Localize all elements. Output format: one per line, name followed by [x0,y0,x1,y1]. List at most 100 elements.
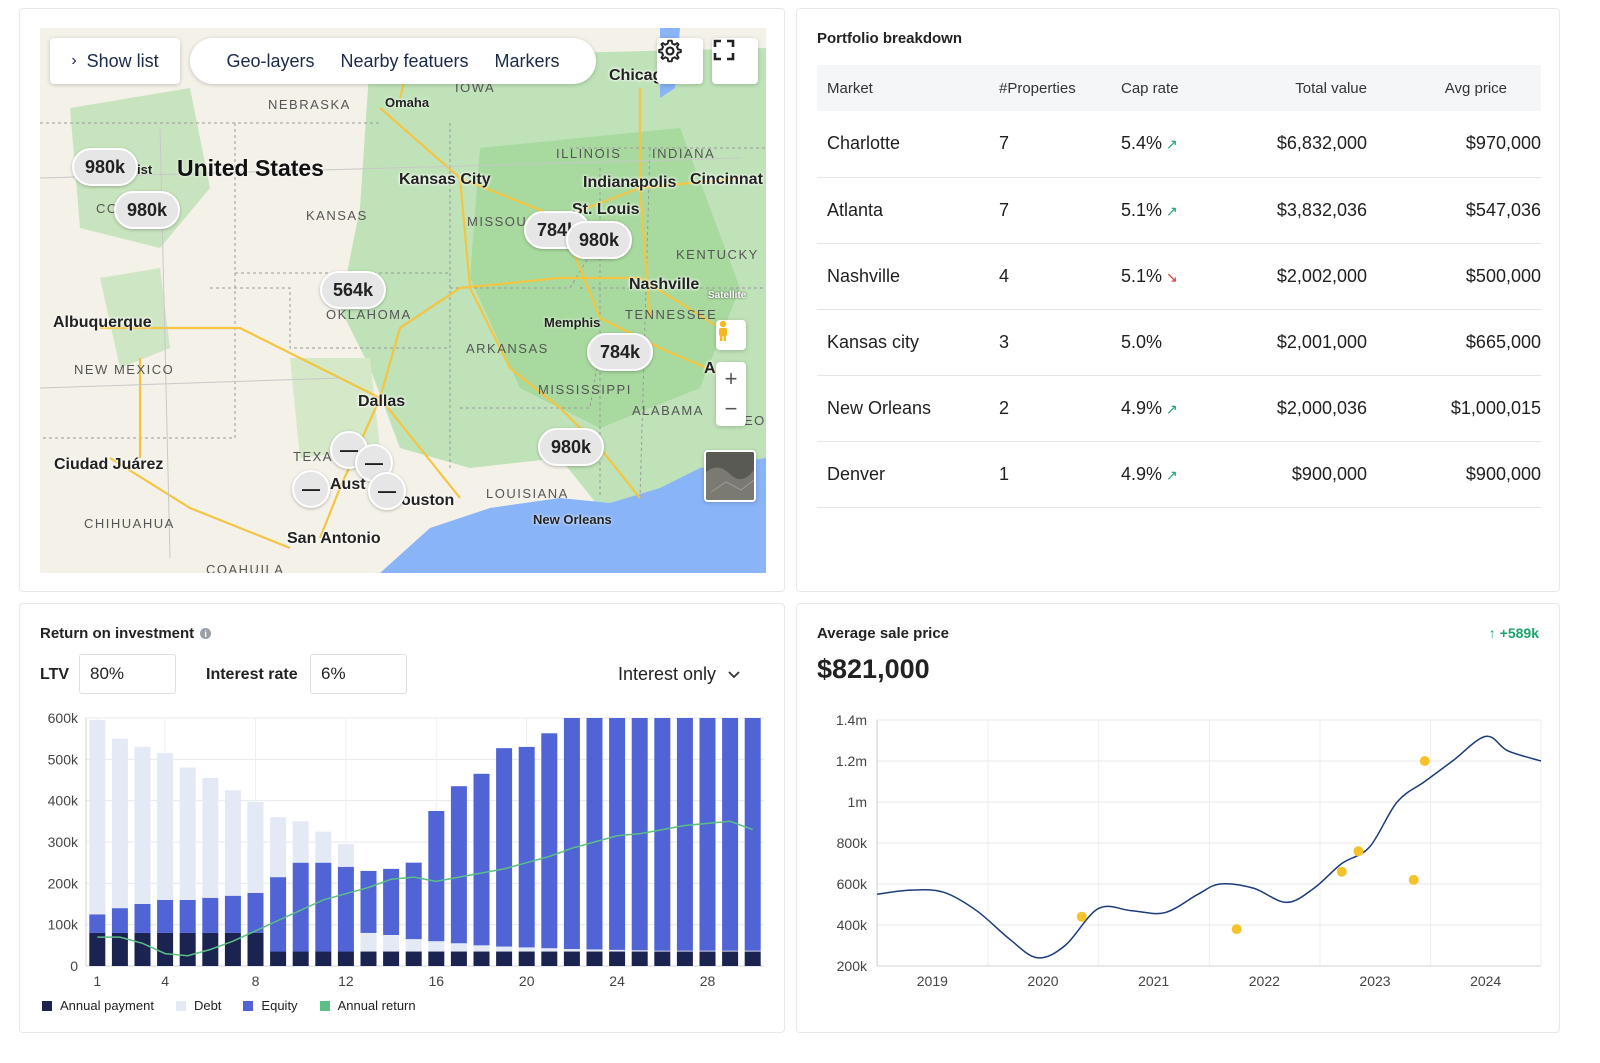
market-cell: Atlanta [817,177,989,244]
column-header-avg-price[interactable]: Avg price [1391,65,1541,111]
avg-sale-value: $821,000 [817,654,930,684]
legend-swatch [42,1000,52,1011]
gear-icon [658,39,682,63]
bar-debt [744,950,761,952]
table-row[interactable]: Denver 1 4.9% ↗ $900,000 $900,000 [817,441,1541,508]
fullscreen-button[interactable] [712,38,758,84]
bar-annual-payment [518,951,535,966]
bar-equity [202,897,219,933]
map-settings-button[interactable] [657,38,703,84]
chevron-right-icon: › [71,52,77,69]
x-tick-label: 1 [93,973,101,989]
cluster-marker[interactable]: 980k [114,191,181,229]
column-header-cap-rate[interactable]: Cap rate [1111,65,1241,111]
table-row[interactable]: New Orleans 2 4.9% ↗ $2,000,036 $1,000,015 [817,375,1541,442]
cap-rate-cell-text: 5.1% [1121,265,1163,286]
tab-markers[interactable]: Markers [495,51,560,72]
x-tick-label: 2020 [1027,973,1058,989]
map-label-texas: TEXA [293,449,333,464]
map-label-kansas-city: Kansas City [399,171,491,188]
map-label-new-orleans: New Orleans [533,512,612,527]
bar-equity [450,786,467,944]
properties-cell: 7 [989,111,1111,178]
table-row[interactable]: Kansas city 3 5.0% $2,001,000 $665,000 [817,309,1541,376]
ltv-input[interactable]: 80% [79,654,176,694]
legend-label: Debt [193,998,222,1013]
column-header-total-value[interactable]: Total value [1241,65,1391,111]
column-header-market[interactable]: Market [817,65,989,111]
x-tick-label: 2024 [1470,973,1501,989]
tab-geo-layers[interactable]: Geo-layers [226,51,314,72]
table-row[interactable]: Charlotte 7 5.4% ↗ $6,832,000 $970,000 [817,111,1541,178]
bar-annual-payment [360,951,377,966]
satellite-toggle[interactable] [704,450,756,502]
bar-equity [224,895,241,933]
properties-cell-text: 3 [999,331,1010,352]
bar-debt [722,950,739,952]
cluster-marker[interactable]: 980k [566,221,633,259]
avg-sale-card: Average sale price ↑ +589k $821,000 200k… [796,603,1560,1033]
interest-rate-input[interactable]: 6% [310,654,407,694]
bar-equity [179,899,196,933]
street-view-pegman[interactable] [716,320,746,350]
total-value-cell-text: $2,000,036 [1276,397,1367,418]
market-cell: Nashville [817,243,989,310]
avg-price-cell: $970,000 [1391,111,1541,178]
map-label-mississippi: MISSISSIPPI [538,382,632,397]
loan-type-select[interactable]: Interest only [618,664,740,685]
column-header-properties[interactable]: #Properties [989,65,1111,111]
legend-label: Equity [261,998,298,1013]
roi-title: Return on investment [40,625,195,642]
y-tick-label: 400k [48,793,79,809]
bar-debt [179,767,196,900]
tab-nearby-features[interactable]: Nearby featuers [340,51,468,72]
properties-cell-text: 7 [999,133,1010,154]
avg-price-cell: $665,000 [1391,309,1541,376]
bar-equity [722,718,739,951]
properties-cell-text: 1 [999,463,1010,484]
x-tick-label: 2019 [917,973,948,989]
bar-debt [631,950,648,952]
zoom-out-button[interactable]: − [725,394,738,424]
y-tick-label: 300k [48,834,79,850]
cluster-marker[interactable]: 980k [538,428,605,466]
map-label-chicago: Chicag [609,67,663,84]
total-value-cell: $6,832,000 [1241,111,1391,178]
sale-point [1076,911,1087,922]
cluster-marker-small[interactable]: — [368,472,406,510]
table-row[interactable]: Atlanta 7 5.1% ↗ $3,832,036 $547,036 [817,177,1541,244]
legend-item: Annual payment [42,998,154,1013]
chevron-down-icon [728,670,740,678]
bar-equity [89,914,106,933]
x-tick-label: 16 [429,973,445,989]
map-label-ciudad-juarez: Ciudad Juárez [54,456,164,473]
bar-annual-payment [157,932,174,966]
cap-rate-cell-text: 5.4% [1121,133,1163,154]
bar-debt [360,932,377,952]
map-label-memphis: Memphis [544,315,601,330]
roi-card: Return on investment i LTV 80% Interest … [19,603,785,1033]
cap-rate-cell: 5.0% [1111,309,1241,376]
avg-price-cell-text: $900,000 [1465,463,1541,484]
cluster-marker-small[interactable]: — [292,470,330,508]
bar-debt [157,753,174,900]
bar-equity [111,908,128,933]
cluster-marker[interactable]: 564k [320,271,387,309]
table-row[interactable]: Nashville 4 5.1% ↘ $2,002,000 $500,000 [817,243,1541,310]
zoom-in-button[interactable]: + [725,364,738,394]
info-icon[interactable]: i [200,628,212,639]
avg-price-cell: $900,000 [1391,441,1541,508]
cap-rate-cell-text: 4.9% [1121,463,1163,484]
legend-swatch [175,1000,186,1011]
cluster-marker[interactable]: 980k [72,148,139,186]
properties-cell-text: 7 [999,199,1010,220]
avg-price-cell: $500,000 [1391,243,1541,310]
avg-price-cell-text: $500,000 [1465,265,1541,286]
y-tick-label: 500k [48,751,79,767]
market-cell: Charlotte [817,111,989,178]
cluster-marker[interactable]: 784k [587,333,654,371]
cap-rate-cell-text: 4.9% [1121,397,1163,418]
show-list-button[interactable]: › Show list [50,38,180,84]
map-label-kansas: KANSAS [306,208,368,223]
map-canvas[interactable]: United States NEBRASKA IOWA Omaha ILLINO… [40,28,766,573]
